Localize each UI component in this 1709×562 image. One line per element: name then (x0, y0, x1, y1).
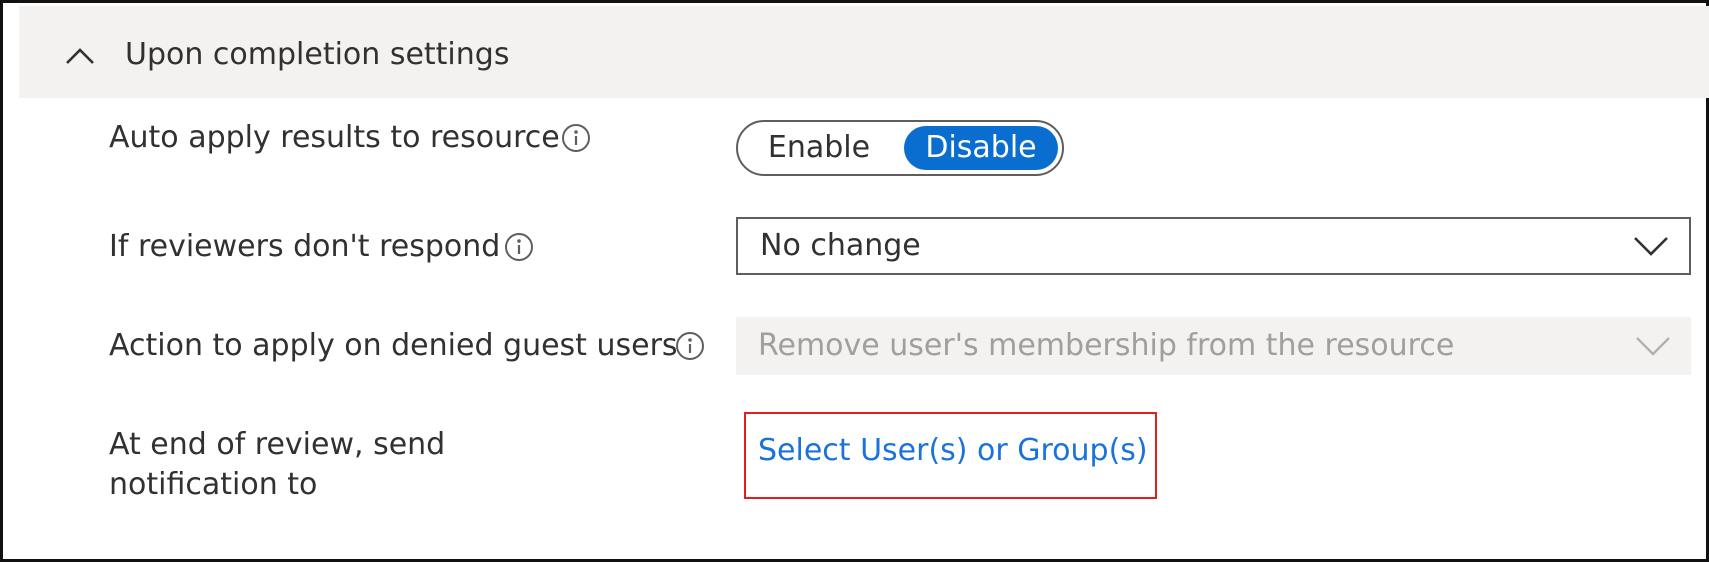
notify-label-line1: At end of review, send (109, 427, 446, 462)
info-icon[interactable] (504, 232, 534, 262)
info-icon[interactable] (561, 123, 591, 153)
chevron-down-icon (1636, 337, 1670, 356)
denied-guests-dropdown-value: Remove user's membership from the resour… (758, 328, 1455, 363)
info-icon[interactable] (675, 331, 705, 361)
auto-apply-label: Auto apply results to resource (109, 120, 560, 155)
denied-guests-dropdown: Remove user's membership from the resour… (736, 317, 1691, 375)
section-header[interactable]: Upon completion settings (19, 6, 1709, 98)
select-users-groups-link[interactable]: Select User(s) or Group(s) (758, 431, 1148, 471)
notify-label-line2: notification to (109, 467, 318, 502)
settings-panel: Upon completion settings Auto apply resu… (0, 0, 1709, 562)
no-response-label: If reviewers don't respond (109, 229, 501, 264)
toggle-disable-option[interactable]: Disable (904, 126, 1058, 170)
notify-label: At end of review, send notification to (109, 425, 469, 505)
section-title: Upon completion settings (125, 37, 510, 72)
auto-apply-toggle: Enable Disable (736, 120, 1064, 176)
no-response-dropdown[interactable]: No change (736, 217, 1691, 275)
denied-guests-label: Action to apply on denied guest users (109, 328, 678, 363)
chevron-down-icon (1634, 237, 1668, 256)
no-response-dropdown-value: No change (760, 228, 921, 263)
chevron-up-icon[interactable] (64, 40, 96, 72)
toggle-enable-option[interactable]: Enable (744, 126, 894, 170)
